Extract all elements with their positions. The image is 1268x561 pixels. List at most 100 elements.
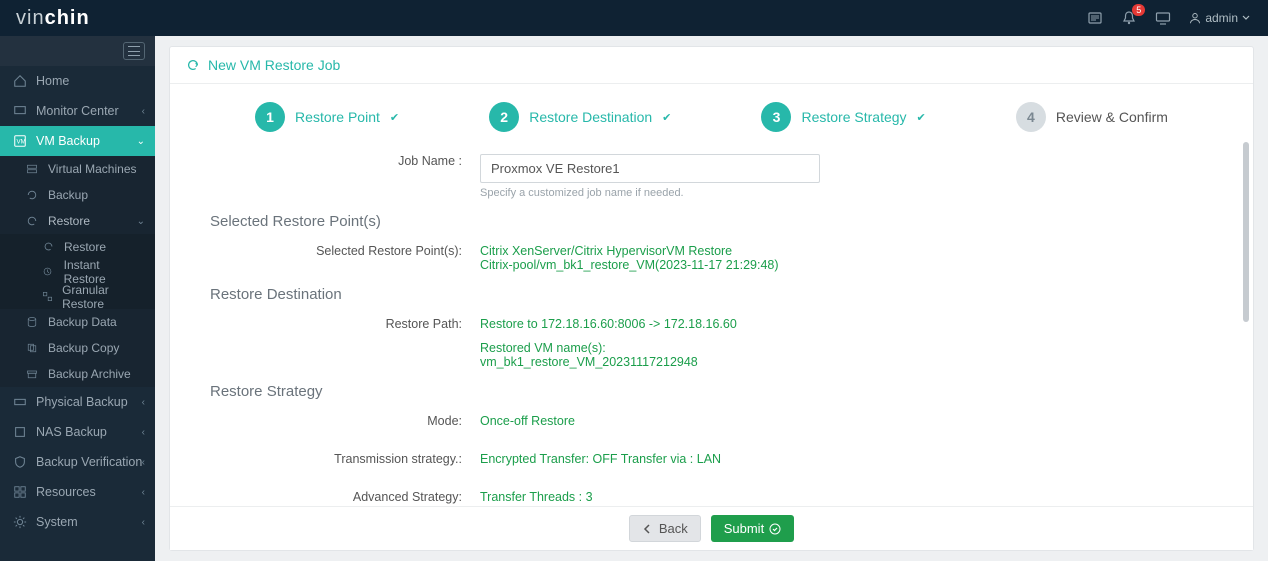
submit-icon [769, 523, 781, 535]
brand-suffix: chin [45, 7, 90, 29]
check-icon: ✔ [662, 111, 671, 124]
sidebar-item-home[interactable]: Home [0, 66, 155, 96]
step-label: Restore Point [295, 109, 380, 125]
step-label: Restore Strategy [801, 109, 906, 125]
sidebar-item-label: VM Backup [36, 134, 100, 148]
sidebar-item-physical[interactable]: Physical Backup ‹ [0, 387, 155, 417]
restore-icon [186, 58, 200, 72]
chevron-left-icon: ‹ [142, 427, 145, 438]
restore-icon [40, 241, 56, 252]
sidebar-sub-backupdata[interactable]: Backup Data [0, 309, 155, 335]
gear-icon [12, 515, 28, 529]
dest-label: Restore Path: [210, 311, 480, 369]
submit-button[interactable]: Submit [711, 515, 794, 542]
check-icon: ✔ [917, 111, 926, 124]
nas-icon [12, 425, 28, 439]
restore-icon [24, 215, 40, 227]
sidebar-sub-restore[interactable]: Restore ⌄ [0, 208, 155, 234]
chevron-down-icon: ⌄ [137, 216, 145, 227]
sidebar-sub-backupcopy[interactable]: Backup Copy [0, 335, 155, 361]
dest-names-value: vm_bk1_restore_VM_20231117212948 [480, 355, 1213, 369]
sidebar-sub2-restore[interactable]: Restore [0, 234, 155, 259]
chevron-down-icon: ⌄ [137, 136, 145, 147]
brand-logo: vinchin [16, 7, 90, 30]
sidebar-sub2-granular[interactable]: Granular Restore [0, 284, 155, 309]
mode-label: Mode: [210, 408, 480, 428]
dest-names-label: Restored VM name(s): [480, 341, 1213, 355]
instant-icon [40, 266, 56, 277]
brand-prefix: vin [16, 7, 45, 29]
section-restore-strategy: Restore Strategy [210, 383, 1213, 400]
sidebar-sub-backup[interactable]: Backup [0, 182, 155, 208]
main-content: New VM Restore Job 1 Restore Point ✔ 2 R… [155, 36, 1268, 561]
user-label: admin [1205, 11, 1238, 25]
scrollbar[interactable] [1243, 142, 1249, 322]
chevron-down-icon [1242, 14, 1250, 22]
sidebar-item-verify[interactable]: Backup Verification ‹ [0, 447, 155, 477]
sidebar-item-label: Backup [48, 188, 88, 202]
jobname-input[interactable] [480, 154, 820, 183]
back-label: Back [659, 521, 688, 536]
submit-label: Submit [724, 521, 764, 536]
sidebar-sub-backuparchive[interactable]: Backup Archive [0, 361, 155, 387]
sidebar-item-label: Home [36, 74, 69, 88]
sidebar-item-nas[interactable]: NAS Backup ‹ [0, 417, 155, 447]
chevron-left-icon: ‹ [142, 517, 145, 528]
vm-icon: VM [12, 134, 28, 148]
sidebar-item-label: Granular Restore [62, 283, 143, 311]
bell-icon[interactable]: 5 [1121, 10, 1137, 26]
copy-icon [24, 342, 40, 354]
step-3[interactable]: 3 Restore Strategy ✔ [761, 102, 925, 132]
sidebar-item-label: Physical Backup [36, 395, 128, 409]
hamburger-icon [123, 42, 145, 60]
sidebar-item-label: Resources [36, 485, 96, 499]
server-icon [24, 163, 40, 175]
wizard-steps: 1 Restore Point ✔ 2 Restore Destination … [170, 84, 1253, 142]
sidebar-sub2-instant[interactable]: Instant Restore [0, 259, 155, 284]
sidebar-item-label: Restore [64, 240, 106, 254]
sidebar-item-label: System [36, 515, 78, 529]
sidebar-sub-vm[interactable]: Virtual Machines [0, 156, 155, 182]
dest-value-1: Restore to 172.18.16.60:8006 -> 172.18.1… [480, 317, 1213, 331]
step-4[interactable]: 4 Review & Confirm [1016, 102, 1168, 132]
step-1[interactable]: 1 Restore Point ✔ [255, 102, 399, 132]
section-selected-restore-points: Selected Restore Point(s) [210, 213, 1213, 230]
sidebar-item-label: Virtual Machines [48, 162, 137, 176]
panel-title: New VM Restore Job [170, 47, 1253, 84]
refresh-icon [24, 189, 40, 201]
check-icon: ✔ [390, 111, 399, 124]
step-label: Restore Destination [529, 109, 652, 125]
sidebar-item-label: Monitor Center [36, 104, 119, 118]
archive-icon [24, 368, 40, 380]
step-label: Review & Confirm [1056, 109, 1168, 125]
physical-icon [12, 395, 28, 409]
sidebar: Home Monitor Center ‹ VM VM Backup ⌄ Vir… [0, 36, 155, 561]
log-icon[interactable] [1087, 10, 1103, 26]
verify-icon [12, 455, 28, 469]
granular-icon [40, 291, 54, 302]
transmission-value: Encrypted Transfer: OFF Transfer via : L… [480, 446, 1213, 466]
sidebar-item-label: Backup Copy [48, 341, 119, 355]
svg-text:VM: VM [17, 139, 26, 146]
step-2[interactable]: 2 Restore Destination ✔ [489, 102, 671, 132]
chevron-left-icon: ‹ [142, 397, 145, 408]
sidebar-toggle[interactable] [0, 36, 155, 66]
top-bar: vinchin 5 admin [0, 0, 1268, 36]
jobname-hint: Specify a customized job name if needed. [480, 187, 1213, 199]
sidebar-item-vmbackup[interactable]: VM VM Backup ⌄ [0, 126, 155, 156]
sidebar-item-monitor[interactable]: Monitor Center ‹ [0, 96, 155, 126]
user-menu[interactable]: admin [1189, 11, 1250, 25]
monitor-icon[interactable] [1155, 10, 1171, 26]
panel-body: Job Name : Specify a customized job name… [170, 142, 1253, 506]
home-icon [12, 74, 28, 88]
section-restore-destination: Restore Destination [210, 286, 1213, 303]
sidebar-item-resources[interactable]: Resources ‹ [0, 477, 155, 507]
transmission-label: Transmission strategy.: [210, 446, 480, 466]
monitor-center-icon [12, 104, 28, 118]
panel: New VM Restore Job 1 Restore Point ✔ 2 R… [169, 46, 1254, 551]
sidebar-item-system[interactable]: System ‹ [0, 507, 155, 537]
arrow-left-icon [642, 523, 654, 535]
srp-value-1: Citrix XenServer/Citrix HypervisorVM Res… [480, 244, 1213, 258]
jobname-label: Job Name : [210, 148, 480, 199]
back-button[interactable]: Back [629, 515, 701, 542]
